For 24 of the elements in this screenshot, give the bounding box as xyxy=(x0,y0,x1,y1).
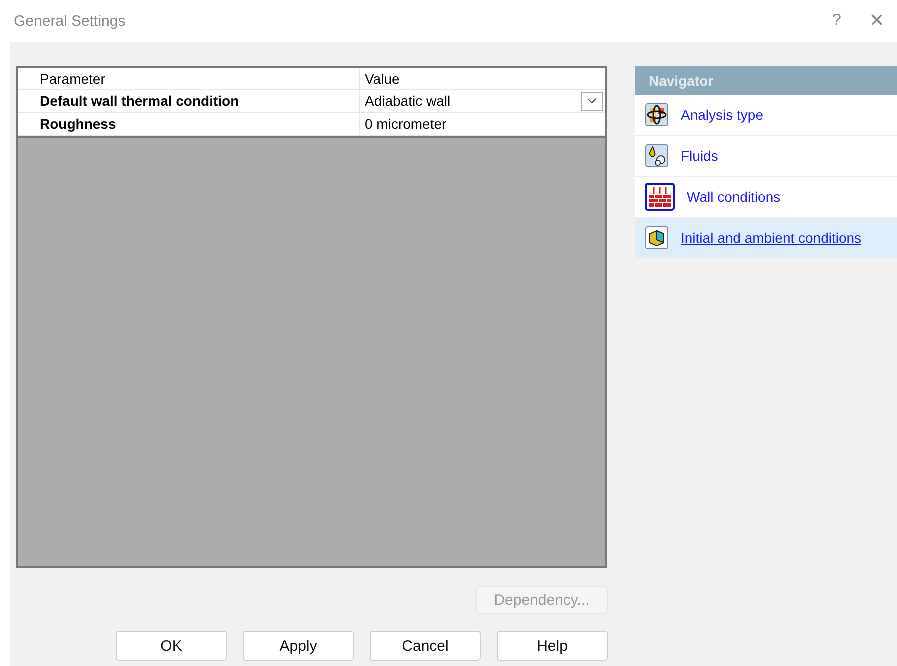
navigator-item[interactable]: Wall conditions xyxy=(635,177,897,218)
dropdown-button[interactable] xyxy=(581,92,603,110)
dialog-button[interactable]: Cancel xyxy=(370,631,481,661)
navigator-header: Navigator xyxy=(635,66,897,95)
window-title: General Settings xyxy=(14,12,127,30)
dialog-button[interactable]: OK xyxy=(116,631,227,661)
box-icon xyxy=(645,226,669,250)
navigator-item[interactable]: Initial and ambient conditions xyxy=(635,218,897,259)
navigator-item[interactable]: Analysis type xyxy=(635,95,897,136)
dialog-button[interactable]: Apply xyxy=(243,631,354,661)
column-header: Parameter xyxy=(18,68,360,89)
dialog-button[interactable]: Help xyxy=(497,631,608,661)
chevron-down-icon xyxy=(587,98,597,104)
close-button[interactable]: × xyxy=(857,6,897,36)
column-header: Value xyxy=(364,70,401,88)
parameter-cell: Roughness xyxy=(18,113,360,135)
help-button[interactable]: ? xyxy=(817,11,857,31)
value-cell: Adiabatic wall xyxy=(365,93,451,109)
navigator-item[interactable]: Fluids xyxy=(635,136,897,177)
parameter-cell: Default wall thermal condition xyxy=(18,90,360,112)
droplet-icon xyxy=(645,144,669,168)
value-cell: 0 micrometer xyxy=(365,116,447,132)
brick-wall-icon xyxy=(645,183,675,211)
atom-icon xyxy=(645,103,669,127)
